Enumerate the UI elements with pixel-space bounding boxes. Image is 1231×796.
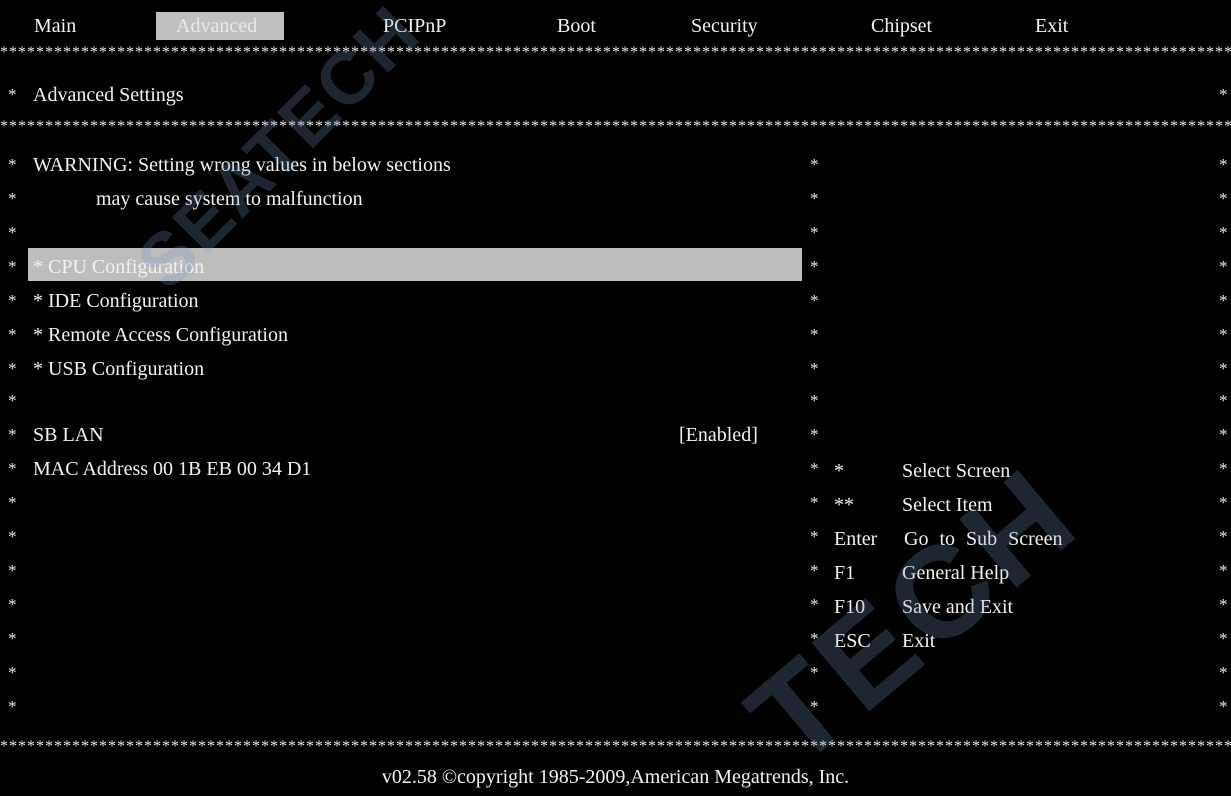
help-key-esc: ESC <box>834 630 871 652</box>
title-border: ****************************************… <box>0 120 1231 134</box>
tab-advanced[interactable]: Advanced <box>156 12 284 40</box>
tab-chipset[interactable]: Chipset <box>865 12 938 40</box>
help-desc-enter: Go to Sub Screen <box>904 528 1063 550</box>
warning-line-1: WARNING: Setting wrong values in below s… <box>33 154 451 176</box>
help-key-select-screen: * <box>834 460 844 482</box>
help-desc-esc: Exit <box>902 630 936 652</box>
section-title: Advanced Settings <box>33 84 184 106</box>
copyright-footer: v02.58 ©copyright 1985-2009,American Meg… <box>381 766 850 788</box>
tab-boot[interactable]: Boot <box>551 12 602 40</box>
help-key-f10: F10 <box>834 596 866 618</box>
menu-bar: Main Advanced PCIPnP Boot Security Chips… <box>0 0 1231 44</box>
mac-address: MAC Address 00 1B EB 00 34 D1 <box>33 458 312 480</box>
top-border: ****************************************… <box>0 46 1231 60</box>
tab-main[interactable]: Main <box>28 12 82 40</box>
tab-pcipnp[interactable]: PCIPnP <box>377 12 452 40</box>
help-key-select-item: ** <box>834 494 854 516</box>
sb-lan-value[interactable]: [Enabled] <box>679 420 758 450</box>
sb-lan-label: SB LAN <box>33 424 104 446</box>
help-desc-select-screen: Select Screen <box>902 460 1011 482</box>
warning-line-2: may cause system to malfunction <box>96 188 363 210</box>
help-desc-f10: Save and Exit <box>902 596 1014 618</box>
help-desc-f1: General Help <box>902 562 1010 584</box>
help-desc-select-item: Select Item <box>902 494 993 516</box>
tab-security[interactable]: Security <box>685 12 764 40</box>
submenu-remote-access-configuration[interactable]: * Remote Access Configuration <box>33 320 288 350</box>
submenu-cpu-configuration[interactable]: * CPU Configuration <box>33 252 204 282</box>
submenu-ide-configuration[interactable]: * IDE Configuration <box>33 286 199 316</box>
bottom-border: ****************************************… <box>0 740 1231 754</box>
help-key-enter: Enter <box>834 528 878 550</box>
tab-exit[interactable]: Exit <box>1029 12 1074 40</box>
submenu-usb-configuration[interactable]: * USB Configuration <box>33 354 204 384</box>
help-key-f1: F1 <box>834 562 856 584</box>
